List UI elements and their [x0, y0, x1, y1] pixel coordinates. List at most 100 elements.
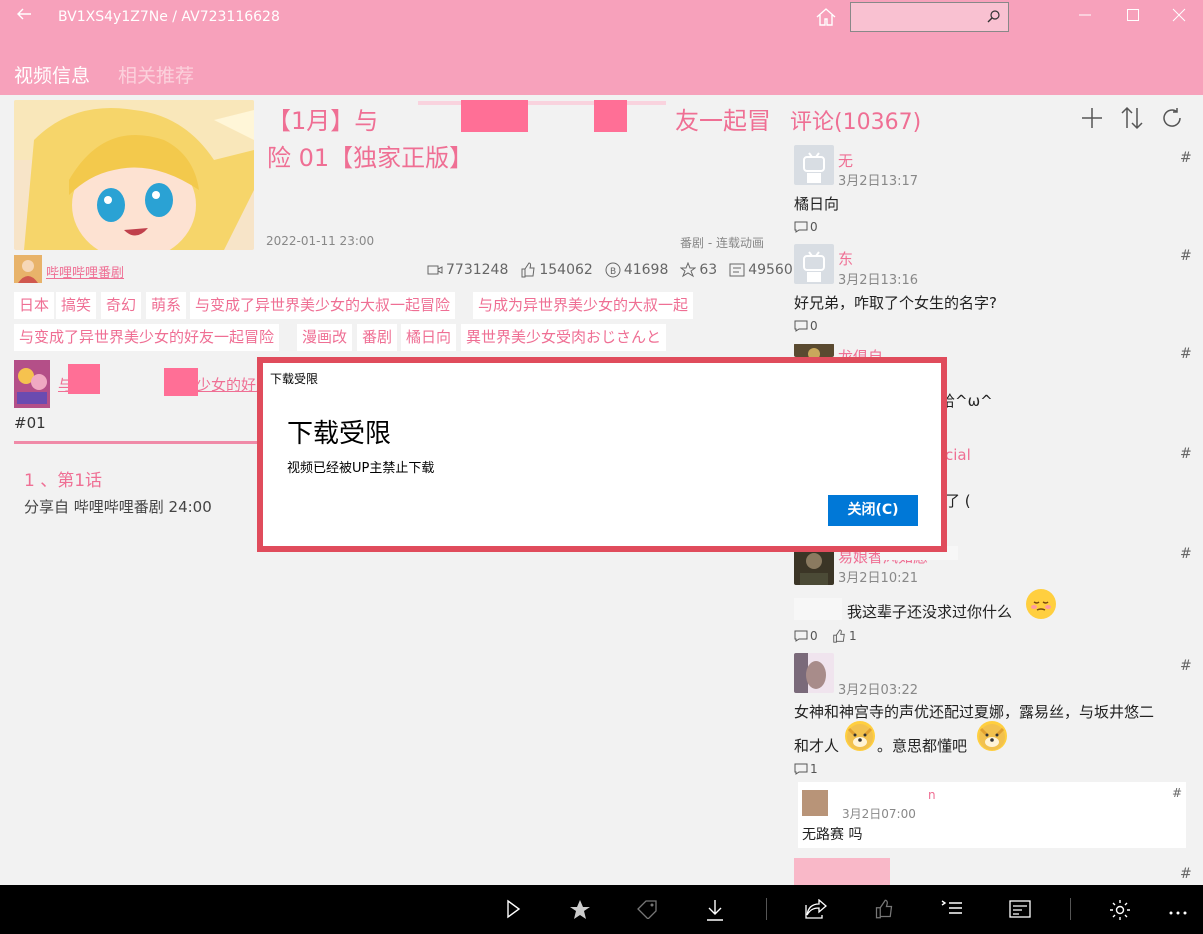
download-restricted-dialog: 下载受限 下载受限 视频已经被UP主禁止下载 关闭(C)	[257, 357, 947, 552]
favorites-count: 63	[699, 262, 718, 278]
add-comment-icon[interactable]	[1080, 106, 1104, 134]
comment-text: 我这辈子还没求过你什么	[847, 603, 1013, 621]
search-icon[interactable]	[987, 8, 1001, 27]
play-icon[interactable]	[503, 899, 523, 923]
commenter-name[interactable]: n	[928, 788, 936, 802]
uploader-name[interactable]: 哔哩哔哩番剧	[46, 262, 124, 281]
danmaku-toggle-icon[interactable]	[1009, 899, 1031, 923]
comment-replies[interactable]: 1	[794, 762, 818, 776]
tag[interactable]: 橘日向	[401, 324, 457, 351]
favorites-stat: 63	[680, 262, 717, 278]
danmaku-count: 49560	[748, 262, 793, 278]
views-count: 7731248	[446, 262, 509, 278]
tab-video-info[interactable]: 视频信息	[14, 61, 90, 88]
comment-text-line2-start: 和才人	[794, 737, 840, 755]
reply-count: 0	[810, 319, 818, 333]
comment-replies[interactable]: 0	[794, 319, 818, 333]
commenter-avatar[interactable]	[794, 343, 834, 357]
share-icon[interactable]	[805, 898, 827, 923]
bottom-app-bar	[0, 885, 1203, 934]
comment-text: 好兄弟，咋取了个女生的名字?	[794, 294, 997, 312]
dialog-caption: 下载受限	[270, 372, 319, 386]
comment-likes[interactable]: 1	[832, 629, 857, 643]
title-bar: BV1XS4y1Z7Ne / AV723116628 视频信息 相关推荐	[0, 0, 1203, 95]
episode-subtitle: 分享自 哔哩哔哩番剧 24:00	[24, 498, 212, 516]
window-title: BV1XS4y1Z7Ne / AV723116628	[58, 9, 280, 25]
commenter-avatar[interactable]	[802, 790, 828, 816]
tag-icon[interactable]	[636, 899, 660, 923]
comment-hash[interactable]: #	[1180, 546, 1192, 562]
sort-icon[interactable]	[1121, 106, 1143, 134]
dialog-close-button[interactable]: 关闭(C)	[828, 495, 918, 526]
maximize-icon[interactable]	[1126, 7, 1140, 26]
redaction	[164, 368, 198, 396]
comment-time: 3月2日13:16	[838, 273, 919, 288]
comment-time: 3月2日13:17	[838, 174, 919, 189]
redaction	[461, 100, 528, 132]
tag[interactable]: 与成为异世界美少女的大叔一起	[473, 292, 694, 319]
reply-count: 0	[810, 629, 818, 643]
tag[interactable]: 与变成了异世界美少女的好友一起冒险	[14, 324, 280, 351]
comment-time: 3月2日10:21	[838, 571, 919, 586]
comment-replies[interactable]: 0	[794, 629, 818, 643]
comment-replies[interactable]: 0	[794, 220, 818, 234]
comment-hash[interactable]: #	[1180, 658, 1192, 674]
video-cover-image[interactable]	[14, 100, 254, 250]
tag[interactable]: 与变成了异世界美少女的大叔一起冒险	[190, 292, 456, 319]
danmaku-stat: 49560	[729, 262, 793, 278]
video-stats: 7731248 154062 B 41698 63 49560	[415, 262, 793, 278]
settings-gear-icon[interactable]	[1109, 899, 1131, 925]
comment-hash[interactable]: #	[1180, 446, 1192, 462]
likes-stat: 154062	[520, 262, 593, 278]
emoji-doge-icon	[977, 721, 1007, 751]
redaction	[794, 598, 842, 620]
comment-hash[interactable]: #	[1180, 346, 1192, 362]
separator	[766, 898, 767, 920]
redaction	[418, 101, 666, 105]
comment-time: 3月2日07:00	[842, 807, 916, 821]
star-icon[interactable]	[569, 899, 591, 925]
like-icon[interactable]	[873, 899, 895, 923]
tag[interactable]: 漫画改	[297, 324, 353, 351]
more-options-icon[interactable]	[1169, 901, 1187, 920]
comment-text: 无路赛 吗	[802, 827, 863, 843]
commenter-avatar[interactable]	[794, 145, 834, 185]
commenter-avatar[interactable]	[794, 244, 834, 284]
episode-title[interactable]: 1 、第1话	[24, 466, 102, 491]
commenter-name[interactable]: 东	[838, 248, 853, 269]
episode-number: #01	[14, 414, 46, 432]
tab-related[interactable]: 相关推荐	[118, 61, 194, 88]
episode-selected-indicator	[14, 441, 270, 444]
home-icon[interactable]	[815, 7, 837, 31]
tag[interactable]: 番剧	[357, 324, 398, 351]
comment-hash[interactable]: #	[1172, 786, 1182, 800]
tag[interactable]: 日本	[14, 292, 55, 319]
separator	[1070, 898, 1071, 920]
tag[interactable]: 異世界美少女受肉おじさんと	[461, 324, 667, 351]
minimize-icon[interactable]	[1078, 7, 1092, 26]
tag[interactable]: 奇幻	[101, 292, 142, 319]
reply-icon	[794, 221, 808, 233]
star-icon	[680, 262, 697, 278]
season-thumbnail[interactable]	[14, 360, 50, 408]
episode-list-icon[interactable]	[941, 899, 963, 921]
comment-hash[interactable]: #	[1180, 866, 1192, 882]
refresh-icon[interactable]	[1160, 106, 1184, 134]
video-play-icon	[427, 265, 443, 275]
comment-time: 3月2日03:22	[838, 683, 919, 698]
commenter-avatar[interactable]	[794, 653, 834, 693]
tag[interactable]: 萌系	[146, 292, 187, 319]
comment-hash[interactable]: #	[1180, 150, 1192, 166]
search-input[interactable]	[850, 2, 1009, 32]
redaction	[594, 100, 627, 132]
download-icon[interactable]	[706, 899, 724, 925]
commenter-name[interactable]: cial	[945, 446, 971, 464]
close-icon[interactable]	[1172, 7, 1186, 26]
commenter-name[interactable]: 无	[838, 150, 853, 171]
comment-hash[interactable]: #	[1180, 248, 1192, 264]
svg-text:B: B	[610, 267, 616, 277]
tag[interactable]: 搞笑	[56, 292, 97, 319]
uploader-avatar[interactable]	[14, 255, 42, 283]
back-arrow-icon[interactable]	[16, 6, 32, 27]
comment-text: 橘日向	[794, 195, 840, 213]
